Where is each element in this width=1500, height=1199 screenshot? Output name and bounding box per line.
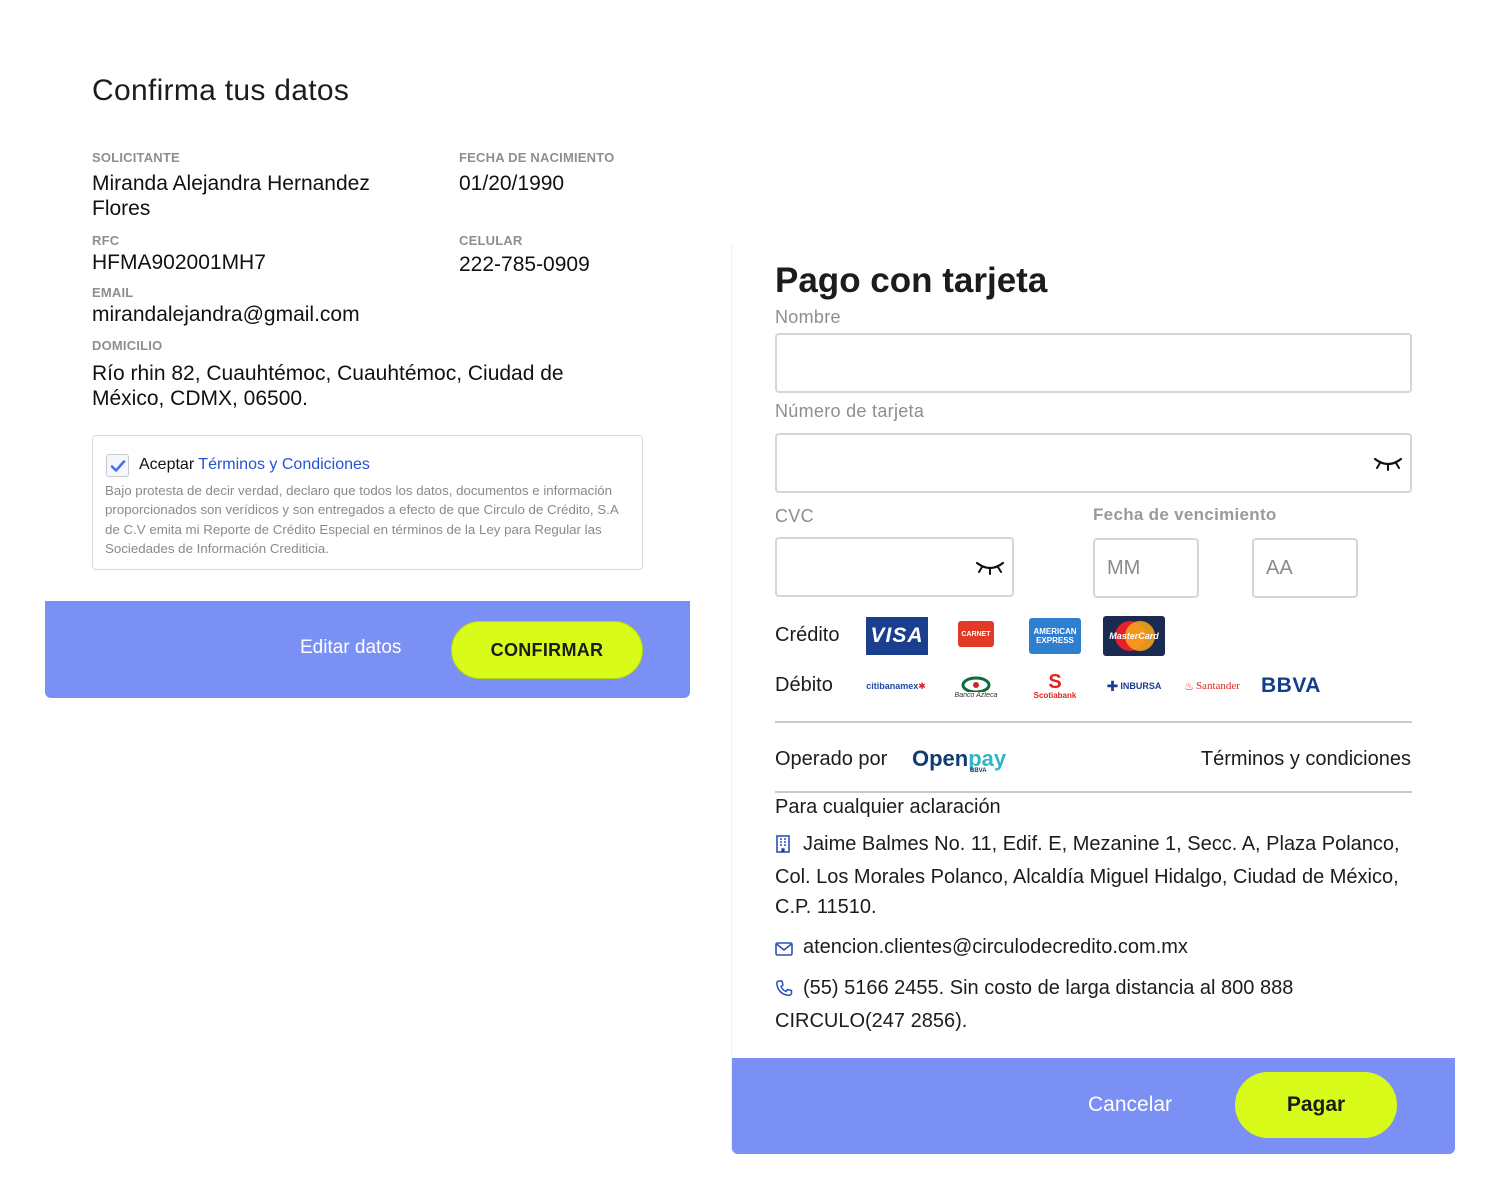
building-icon: [775, 832, 797, 862]
mail-icon: [775, 935, 797, 965]
santander-logo-text: Santander: [1195, 680, 1240, 692]
expiry-label: Fecha de vencimiento: [1093, 505, 1277, 524]
terms-link[interactable]: Términos y Condiciones: [198, 456, 370, 473]
eye-closed-icon[interactable]: [975, 559, 1005, 577]
confirm-card: Confirma tus datos SOLICITANTE Miranda A…: [45, 58, 690, 698]
card-number-input[interactable]: [775, 433, 1412, 493]
dob-label: FECHA DE NACIMIENTO: [459, 150, 615, 165]
scotiabank-logo: S Scotiabank: [1027, 669, 1083, 703]
payment-title: Pago con tarjeta: [775, 261, 1048, 300]
phone-value: 222-785-0909: [459, 253, 590, 276]
address-text: Jaime Balmes No. 11, Edif. E, Mezanine 1…: [775, 833, 1400, 918]
address-field: DOMICILIO Río rhin 82, Cuauhtémoc, Cuauh…: [92, 338, 632, 411]
email-label: EMAIL: [92, 285, 134, 300]
openpay-bbva-tag: BBVA: [970, 768, 987, 774]
american-express-logo: AMERICAN EXPRESS: [1029, 618, 1081, 654]
divider: [775, 791, 1412, 793]
card-number-label: Número de tarjeta: [775, 401, 925, 421]
banco-azteca-mark: [961, 676, 991, 692]
visa-logo-text: VISA: [870, 624, 924, 647]
cancel-button[interactable]: Cancelar: [1088, 1093, 1172, 1117]
operated-by-label: Operado por: [775, 748, 888, 770]
expiry-month-input[interactable]: MM: [1093, 538, 1199, 598]
payment-footer: Cancelar Pagar: [732, 1058, 1455, 1154]
banco-azteca-logo-text: Banco Azteca: [954, 691, 998, 699]
inbursa-mark: ✚: [1106, 677, 1119, 694]
inbursa-logo: ✚ INBURSA: [1099, 676, 1169, 696]
terms-checkbox[interactable]: [106, 454, 129, 477]
phone-field: CELULAR 222-785-0909: [459, 233, 590, 277]
bbva-logo: BBVA: [1258, 674, 1324, 698]
terms-text: Bajo protesta de decir verdad, declaro q…: [105, 483, 618, 556]
amex-logo-text-1: AMERICAN: [1033, 627, 1077, 636]
terms-accept-label: Aceptar: [139, 456, 195, 473]
applicant-label: SOLICITANTE: [92, 150, 180, 165]
pay-button[interactable]: Pagar: [1235, 1072, 1397, 1138]
phone-label: CELULAR: [459, 233, 523, 248]
address-label: DOMICILIO: [92, 338, 163, 353]
terms-conditions-link[interactable]: Términos y condiciones: [1201, 748, 1411, 771]
visa-logo: VISA: [866, 617, 928, 655]
confirm-footer: Editar datos CONFIRMAR: [45, 601, 690, 698]
citibanamex-logo-text: citibanamex: [866, 681, 919, 691]
rfc-value: HFMA902001MH7: [92, 251, 266, 274]
rfc-label: RFC: [92, 233, 120, 248]
mastercard-logo: MasterCard: [1103, 616, 1165, 656]
edit-data-link[interactable]: Editar datos: [300, 637, 401, 659]
banco-azteca-logo: Banco Azteca: [946, 673, 1006, 701]
amex-logo-text-2: EXPRESS: [1036, 636, 1074, 645]
phone-icon: [775, 976, 797, 1006]
santander-flame: ♨: [1184, 680, 1194, 693]
name-label: Nombre: [775, 307, 841, 327]
citibanamex-logo: citibanamex ✱: [866, 680, 926, 692]
expiry-year-input[interactable]: AA: [1252, 538, 1358, 598]
email-info: atencion.clientes@circulodecredito.com.m…: [775, 932, 1405, 965]
scotiabank-mark: S: [1048, 670, 1062, 693]
dob-field: FECHA DE NACIMIENTO 01/20/1990: [459, 150, 614, 196]
applicant-value: Miranda Alejandra Hernandez Flores: [92, 172, 370, 220]
confirm-button[interactable]: CONFIRMAR: [451, 621, 643, 679]
terms-heading: Aceptar Términos y Condiciones: [139, 456, 370, 474]
cvc-input[interactable]: [775, 537, 1014, 597]
bbva-logo-text: BBVA: [1261, 674, 1321, 697]
openpay-logo: Openpay BBVA: [912, 746, 1006, 774]
check-icon: [110, 460, 126, 472]
email-value: mirandalejandra@gmail.com: [92, 303, 360, 326]
dob-value: 01/20/1990: [459, 172, 565, 195]
payment-card: Pago con tarjeta Nombre Número de tarjet…: [731, 243, 1455, 1154]
confirm-title: Confirma tus datos: [92, 74, 350, 107]
address-info: Jaime Balmes No. 11, Edif. E, Mezanine 1…: [775, 829, 1405, 922]
scotiabank-logo-text: Scotiabank: [1033, 690, 1077, 700]
carnet-logo-text: CARNET: [961, 630, 991, 638]
phone-text: (55) 5166 2455. Sin costo de larga dista…: [775, 977, 1294, 1032]
name-input[interactable]: [775, 333, 1412, 393]
email-field: EMAIL mirandalejandra@gmail.com: [92, 285, 360, 327]
expiry-year-placeholder: AA: [1266, 557, 1293, 579]
santander-logo: ♨ Santander: [1179, 678, 1245, 694]
clarification-title: Para cualquier aclaración: [775, 796, 1001, 818]
applicant-field: SOLICITANTE Miranda Alejandra Hernandez …: [92, 150, 412, 221]
terms-box: Aceptar Términos y Condiciones Bajo prot…: [92, 435, 643, 570]
openpay-logo-text-1: Open: [912, 746, 969, 771]
debit-label: Débito: [775, 674, 833, 696]
divider: [775, 721, 1412, 723]
cvc-label: CVC: [775, 506, 814, 526]
eye-closed-icon[interactable]: [1373, 455, 1403, 473]
credit-label: Crédito: [775, 624, 840, 646]
rfc-field: RFC HFMA902001MH7: [92, 233, 266, 275]
carnet-logo: CARNET: [958, 621, 994, 647]
email-text[interactable]: atencion.clientes@circulodecredito.com.m…: [803, 936, 1188, 958]
phone-info: (55) 5166 2455. Sin costo de larga dista…: [775, 973, 1405, 1036]
inbursa-logo-text: INBURSA: [1120, 681, 1162, 691]
mastercard-logo-text: MasterCard: [1109, 631, 1159, 641]
expiry-month-placeholder: MM: [1107, 557, 1141, 579]
address-value: Río rhin 82, Cuauhtémoc, Cuauhtémoc, Ciu…: [92, 362, 564, 410]
